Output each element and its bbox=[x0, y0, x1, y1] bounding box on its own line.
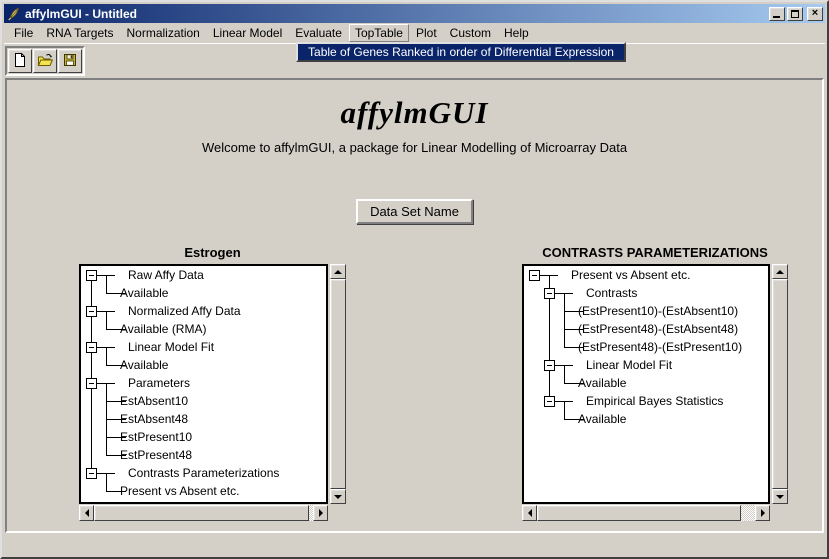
right-tree-node-available[interactable]: Available bbox=[578, 411, 626, 427]
left-arrow-icon bbox=[85, 509, 89, 517]
menu-item-table-of-genes-ranked-in-order-of-differ[interactable]: Table of Genes Ranked in order of Differ… bbox=[298, 44, 624, 60]
down-arrow-icon bbox=[776, 495, 784, 499]
left-tree-node-estabsent10[interactable]: EstAbsent10 bbox=[120, 393, 188, 409]
right-tree-panel: CONTRASTS PARAMETERIZATIONS Present vs A… bbox=[522, 245, 788, 521]
window-title: affylmGUI - Untitled bbox=[25, 7, 137, 21]
close-icon: × bbox=[808, 7, 822, 20]
left-scroll-up-button[interactable] bbox=[330, 264, 346, 279]
right-scroll-left-button[interactable] bbox=[522, 505, 537, 521]
left-tree-node-linear-model-fit[interactable]: Linear Model Fit bbox=[128, 339, 214, 355]
menu-item-file[interactable]: File bbox=[8, 24, 39, 42]
toptable-dropdown-menu: Table of Genes Ranked in order of Differ… bbox=[296, 42, 626, 62]
right-tree-node-estpresent48-estabsent48[interactable]: (EstPresent48)-(EstAbsent48) bbox=[578, 321, 738, 337]
left-tree-node-present-vs-absent-etc[interactable]: Present vs Absent etc. bbox=[120, 483, 239, 499]
left-horizontal-scroll-thumb[interactable] bbox=[94, 505, 309, 521]
open-file-button[interactable] bbox=[33, 49, 57, 73]
right-tree-node-estpresent48-estpresent10[interactable]: (EstPresent48)-(EstPresent10) bbox=[578, 339, 742, 355]
left-tree-node-available[interactable]: Available bbox=[120, 357, 168, 373]
open-folder-icon bbox=[37, 52, 54, 71]
new-file-button[interactable] bbox=[8, 49, 32, 73]
right-tree-node-present-vs-absent-etc[interactable]: Present vs Absent etc. bbox=[571, 267, 690, 283]
right-scroll-down-button[interactable] bbox=[772, 489, 788, 504]
left-tree-widget: Raw Affy Data Available Normalized Affy Da… bbox=[79, 264, 346, 521]
up-arrow-icon bbox=[334, 270, 342, 274]
left-tree-node-estpresent48[interactable]: EstPresent48 bbox=[120, 447, 192, 463]
right-tree-lines bbox=[524, 266, 768, 502]
right-tree-node-contrasts[interactable]: Contrasts bbox=[586, 285, 637, 301]
left-tree-node-estabsent48[interactable]: EstAbsent48 bbox=[120, 411, 188, 427]
left-tree-canvas[interactable]: Raw Affy Data Available Normalized Affy Da… bbox=[79, 264, 328, 504]
right-tree-node-available[interactable]: Available bbox=[578, 375, 626, 391]
save-floppy-icon bbox=[62, 52, 78, 71]
right-arrow-icon bbox=[761, 509, 765, 517]
menu-item-linear-model[interactable]: Linear Model bbox=[207, 24, 288, 42]
right-tree-heading: CONTRASTS PARAMETERIZATIONS bbox=[522, 245, 788, 261]
titlebar[interactable]: affylmGUI - Untitled × bbox=[4, 4, 825, 23]
minimize-button[interactable] bbox=[769, 7, 785, 21]
right-tree-node-estpresent10-estabsent10[interactable]: (EstPresent10)-(EstAbsent10) bbox=[578, 303, 738, 319]
right-tree-canvas[interactable]: Present vs Absent etc. Contrasts (EstPrese… bbox=[522, 264, 770, 504]
maximize-icon bbox=[791, 10, 799, 18]
left-scroll-left-button[interactable] bbox=[79, 505, 94, 521]
down-arrow-icon bbox=[334, 495, 342, 499]
left-tree-panel: Estrogen Raw Affy Data Available Normalize… bbox=[79, 245, 346, 521]
menu-item-rna-targets[interactable]: RNA Targets bbox=[40, 24, 119, 42]
trees-row: Estrogen Raw Affy Data Available Normalize… bbox=[7, 245, 822, 521]
menu-item-normalization[interactable]: Normalization bbox=[121, 24, 206, 42]
left-arrow-icon bbox=[528, 509, 532, 517]
menu-item-plot[interactable]: Plot bbox=[410, 24, 443, 42]
maximize-button[interactable] bbox=[787, 7, 803, 21]
left-tree-node-parameters[interactable]: Parameters bbox=[128, 375, 190, 391]
close-button[interactable]: × bbox=[807, 7, 823, 21]
new-document-icon bbox=[12, 52, 28, 71]
left-tree-node-estpresent10[interactable]: EstPresent10 bbox=[120, 429, 192, 445]
data-set-name-button[interactable]: Data Set Name bbox=[356, 199, 473, 224]
toolbar-frame bbox=[5, 46, 85, 76]
right-scroll-up-button[interactable] bbox=[772, 264, 788, 279]
app-title: affylmGUI bbox=[7, 95, 822, 131]
left-tree-node-raw-affy-data[interactable]: Raw Affy Data bbox=[128, 267, 204, 283]
left-tree-node-available-rma[interactable]: Available (RMA) bbox=[120, 321, 206, 337]
app-window: affylmGUI - Untitled × FileRNA TargetsNo… bbox=[0, 0, 829, 559]
left-tree-node-contrasts-parameterizations[interactable]: Contrasts Parameterizations bbox=[128, 465, 279, 481]
left-horizontal-scrollbar[interactable] bbox=[79, 505, 328, 521]
menu-item-custom[interactable]: Custom bbox=[444, 24, 497, 42]
left-tree-node-normalized-affy-data[interactable]: Normalized Affy Data bbox=[128, 303, 241, 319]
minimize-icon bbox=[773, 16, 780, 18]
right-horizontal-scroll-track[interactable] bbox=[537, 505, 755, 521]
save-file-button[interactable] bbox=[58, 49, 82, 73]
right-arrow-icon bbox=[319, 509, 323, 517]
dataset-button-row: Data Set Name bbox=[7, 199, 822, 224]
main-panel: affylmGUI Welcome to affylmGUI, a packag… bbox=[5, 78, 824, 533]
left-scroll-right-button[interactable] bbox=[313, 505, 328, 521]
right-horizontal-scrollbar[interactable] bbox=[522, 505, 770, 521]
left-vertical-scrollbar[interactable] bbox=[330, 264, 346, 504]
right-horizontal-scroll-thumb[interactable] bbox=[537, 505, 741, 521]
right-vertical-scrollbar[interactable] bbox=[772, 264, 788, 504]
menu-item-evaluate[interactable]: Evaluate bbox=[289, 24, 348, 42]
menubar: FileRNA TargetsNormalizationLinear Model… bbox=[4, 23, 825, 44]
right-tree-widget: Present vs Absent etc. Contrasts (EstPrese… bbox=[522, 264, 788, 521]
right-vertical-scroll-thumb[interactable] bbox=[772, 279, 788, 489]
app-feather-icon bbox=[6, 6, 22, 21]
left-horizontal-scroll-track[interactable] bbox=[94, 505, 313, 521]
left-tree-heading: Estrogen bbox=[79, 245, 346, 261]
left-tree-node-available[interactable]: Available bbox=[120, 285, 168, 301]
left-scroll-down-button[interactable] bbox=[330, 489, 346, 504]
up-arrow-icon bbox=[776, 270, 784, 274]
right-tree-node-empirical-bayes-statistics[interactable]: Empirical Bayes Statistics bbox=[586, 393, 723, 409]
window-controls: × bbox=[769, 7, 823, 21]
menu-item-help[interactable]: Help bbox=[498, 24, 535, 42]
client-area: affylmGUI Welcome to affylmGUI, a packag… bbox=[4, 44, 825, 555]
welcome-text: Welcome to affylmGUI, a package for Line… bbox=[7, 140, 822, 155]
menu-item-toptable[interactable]: TopTable bbox=[349, 24, 409, 42]
right-scroll-right-button[interactable] bbox=[755, 505, 770, 521]
right-tree-node-linear-model-fit[interactable]: Linear Model Fit bbox=[586, 357, 672, 373]
left-vertical-scroll-thumb[interactable] bbox=[330, 279, 346, 489]
